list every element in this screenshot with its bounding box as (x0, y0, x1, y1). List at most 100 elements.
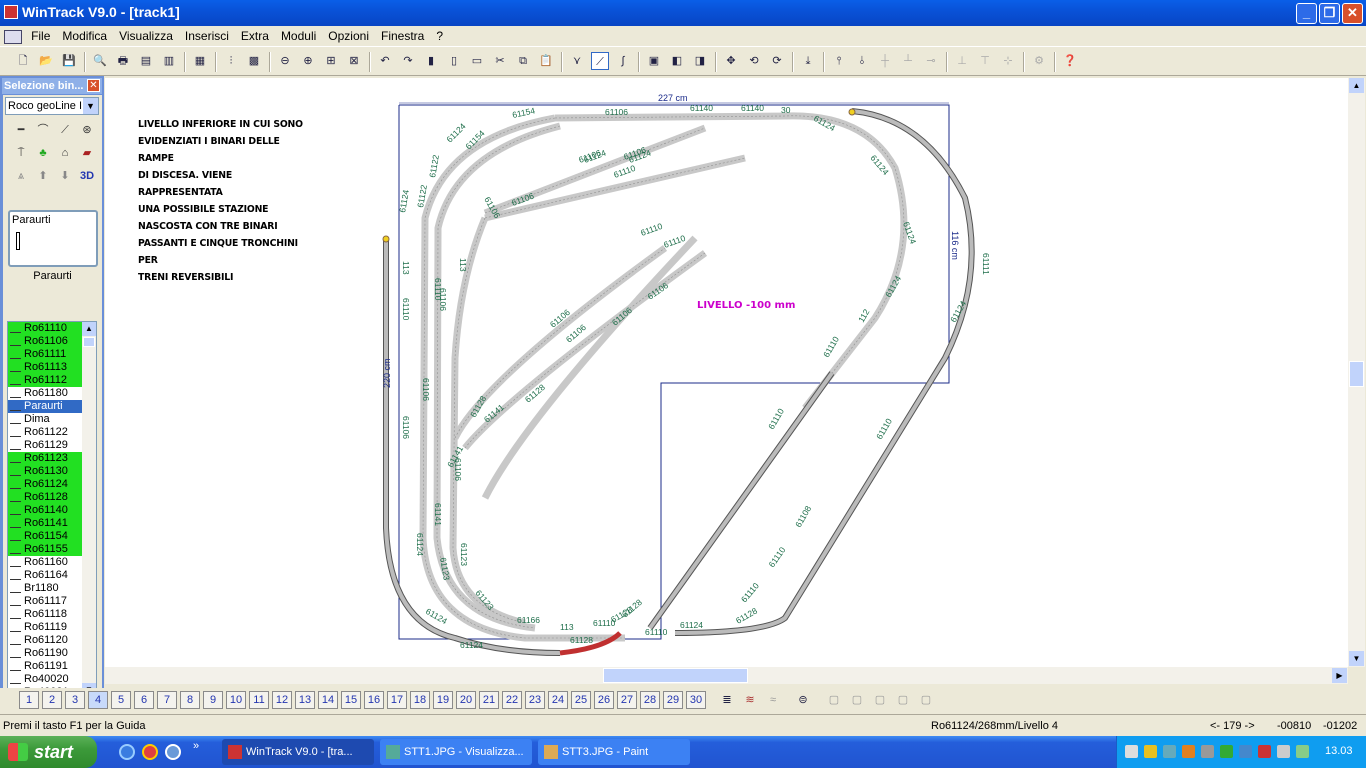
layer-button-6[interactable]: 6 (134, 691, 154, 709)
layer-button-4[interactable]: 4 (88, 691, 108, 709)
scroll-down-icon[interactable]: ▼ (1349, 651, 1364, 666)
part-list-item[interactable]: Ro61180 (8, 387, 84, 400)
vertical-scrollbar[interactable]: ▲ ▼ (1348, 78, 1365, 667)
part-list-item[interactable]: Ro61120 (8, 634, 84, 647)
grid-icon[interactable]: ⊹ (999, 52, 1017, 70)
layer-button-27[interactable]: 27 (617, 691, 637, 709)
layer-button-16[interactable]: 16 (364, 691, 384, 709)
layer-button-25[interactable]: 25 (571, 691, 591, 709)
menu-visualizza[interactable]: Visualizza (113, 26, 179, 46)
layer-button-22[interactable]: 22 (502, 691, 522, 709)
layer-button-12[interactable]: 12 (272, 691, 292, 709)
group-icon[interactable]: ◧ (668, 52, 686, 70)
part-list-item[interactable]: Ro61154 (8, 530, 84, 543)
part-list-item[interactable]: Ro61119 (8, 621, 84, 634)
layer-button-28[interactable]: 28 (640, 691, 660, 709)
layer-tool-2-icon[interactable]: ▢ (848, 691, 866, 709)
select-icon[interactable]: ▣ (645, 52, 663, 70)
switch-icon[interactable]: ⋎ (568, 52, 586, 70)
panel-close-icon[interactable]: ✕ (87, 79, 100, 92)
scroll-up-icon[interactable]: ▲ (82, 322, 96, 336)
horizontal-scrollbar[interactable]: ▶ (105, 667, 1348, 684)
menu-file[interactable]: File (25, 26, 56, 46)
menu-opzioni[interactable]: Opzioni (322, 26, 375, 46)
layer-button-19[interactable]: 19 (433, 691, 453, 709)
part-list-item[interactable]: Ro61113 (8, 361, 84, 374)
part-list-item[interactable]: Ro61191 (8, 660, 84, 673)
turntable-icon[interactable]: ⊛ (78, 121, 96, 139)
lower-icon[interactable]: ⬇ (56, 167, 74, 185)
height-icon[interactable]: ⫯ (830, 52, 848, 70)
task-wintrack[interactable]: WinTrack V9.0 - [tra... (222, 739, 374, 765)
drawing-canvas[interactable]: 61154 61106 61140 61140 30 61124 61124 61124 611… (105, 78, 1348, 667)
rotate-icon[interactable]: ⟲ (745, 52, 763, 70)
task-stt1[interactable]: STT1.JPG - Visualizza... (380, 739, 532, 765)
cut-icon[interactable]: ✂ (491, 52, 509, 70)
menu-help[interactable]: ? (430, 26, 449, 46)
part-list-item[interactable]: Paraurti (8, 400, 84, 413)
properties-icon[interactable]: ▭ (468, 52, 486, 70)
new-icon[interactable]: 🗋 (14, 52, 32, 70)
part-list-item[interactable]: Ro61190 (8, 647, 84, 660)
part-list-item[interactable]: Br1180 (8, 582, 84, 595)
page-icon[interactable]: ▥ (160, 52, 178, 70)
library-select[interactable]: Roco geoLine I ▼ (5, 97, 99, 115)
flex-track-icon[interactable]: ∫ (614, 52, 632, 70)
tray-icon[interactable] (1296, 745, 1309, 758)
menu-finestra[interactable]: Finestra (375, 26, 430, 46)
part-list-item[interactable]: Ro61164 (8, 569, 84, 582)
menu-inserisci[interactable]: Inserisci (179, 26, 235, 46)
print-setup-icon[interactable]: ▤ (137, 52, 155, 70)
app-icon[interactable] (4, 5, 18, 19)
building-icon[interactable]: ⌂ (56, 144, 74, 162)
part-list-item[interactable]: Ro40020 (8, 673, 84, 686)
raise-icon[interactable]: ⬆ (34, 167, 52, 185)
part-list-item[interactable]: Ro61160 (8, 556, 84, 569)
layer-button-10[interactable]: 10 (226, 691, 246, 709)
layer-hide-icon[interactable]: ≈ (764, 691, 782, 709)
layer-button-14[interactable]: 14 (318, 691, 338, 709)
copy-layer-icon[interactable]: ▯ (445, 52, 463, 70)
layer-button-18[interactable]: 18 (410, 691, 430, 709)
copy-icon[interactable]: ⧉ (514, 52, 532, 70)
layer-button-29[interactable]: 29 (663, 691, 683, 709)
quicklaunch-icon[interactable] (165, 744, 181, 760)
minimize-button[interactable]: _ (1296, 3, 1317, 24)
layer-tool-4-icon[interactable]: ▢ (894, 691, 912, 709)
print-icon[interactable]: 🖶 (114, 52, 132, 70)
layer-button-3[interactable]: 3 (65, 691, 85, 709)
tray-bluetooth-icon[interactable] (1239, 745, 1252, 758)
layer-button-2[interactable]: 2 (42, 691, 62, 709)
settings-icon[interactable]: ⚙ (1030, 52, 1048, 70)
layer-stack-icon[interactable]: ≣ (718, 691, 736, 709)
undo-icon[interactable]: ↶ (376, 52, 394, 70)
part-list-item[interactable]: Ro61128 (8, 491, 84, 504)
horizontal-scroll-thumb[interactable] (603, 668, 748, 683)
layer-button-23[interactable]: 23 (525, 691, 545, 709)
turnout-icon[interactable]: ⟋ (56, 121, 74, 139)
layer-button-15[interactable]: 15 (341, 691, 361, 709)
rotate-180-icon[interactable]: ⟳ (768, 52, 786, 70)
layer-button-24[interactable]: 24 (548, 691, 568, 709)
connect-icon[interactable]: ⤓ (799, 52, 817, 70)
layer-tool-5-icon[interactable]: ▢ (917, 691, 935, 709)
signal-icon[interactable]: ⍑ (12, 144, 30, 162)
tray-icon[interactable] (1220, 745, 1233, 758)
layer-button-5[interactable]: 5 (111, 691, 131, 709)
library-icon[interactable]: ▦ (191, 52, 209, 70)
print-preview-icon[interactable]: 🔍 (91, 52, 109, 70)
tray-icon[interactable] (1163, 745, 1176, 758)
align-icon[interactable]: ⫶ (222, 52, 240, 70)
layer-button-9[interactable]: 9 (203, 691, 223, 709)
layer-props-icon[interactable]: ⊜ (794, 691, 812, 709)
move-icon[interactable]: ✥ (722, 52, 740, 70)
part-list-item[interactable]: Dima (8, 413, 84, 426)
tree-icon[interactable]: ♣ (34, 144, 52, 162)
join-icon[interactable]: ┼ (876, 52, 894, 70)
curve-track-icon[interactable]: ⟋ (591, 52, 609, 70)
layer-button-17[interactable]: 17 (387, 691, 407, 709)
start-button[interactable]: start (0, 736, 97, 768)
menu-modifica[interactable]: Modifica (56, 26, 113, 46)
layer-button-1[interactable]: 1 (19, 691, 39, 709)
part-list-item[interactable]: Ro61112 (8, 374, 84, 387)
